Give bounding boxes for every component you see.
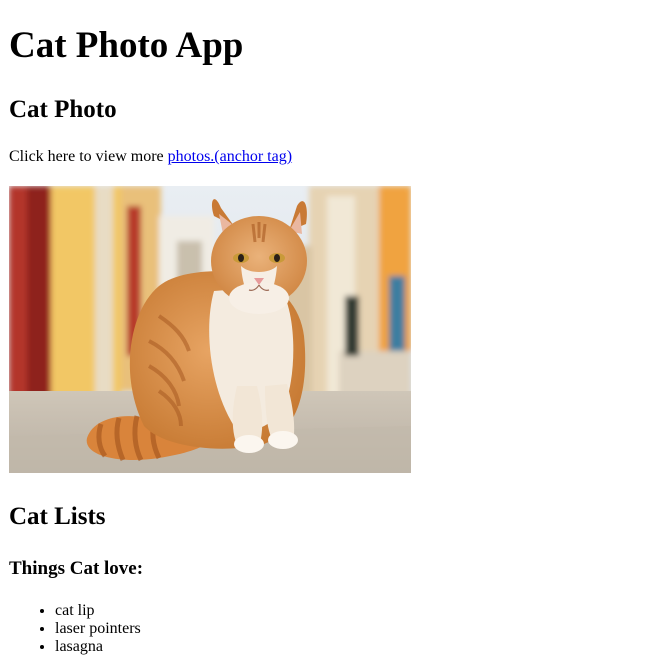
cat-lists-heading: Cat Lists: [9, 503, 106, 530]
cat-photo-heading: Cat Photo: [9, 96, 117, 123]
intro-text: Click here to view more: [9, 148, 168, 165]
things-cat-love-list: cat lip laser pointers lasagna: [9, 602, 141, 656]
intro-paragraph: Click here to view more photos.(anchor t…: [9, 148, 292, 166]
list-item: laser pointers: [55, 620, 141, 638]
list-item: lasagna: [55, 638, 141, 656]
cat-photo-link[interactable]: [9, 186, 411, 473]
photos-link[interactable]: photos.(anchor tag): [168, 148, 292, 165]
things-cat-love-heading: Things Cat love:: [9, 558, 144, 579]
page-title: Cat Photo App: [9, 25, 244, 66]
list-item: cat lip: [55, 602, 141, 620]
cat-photo: [9, 186, 411, 473]
